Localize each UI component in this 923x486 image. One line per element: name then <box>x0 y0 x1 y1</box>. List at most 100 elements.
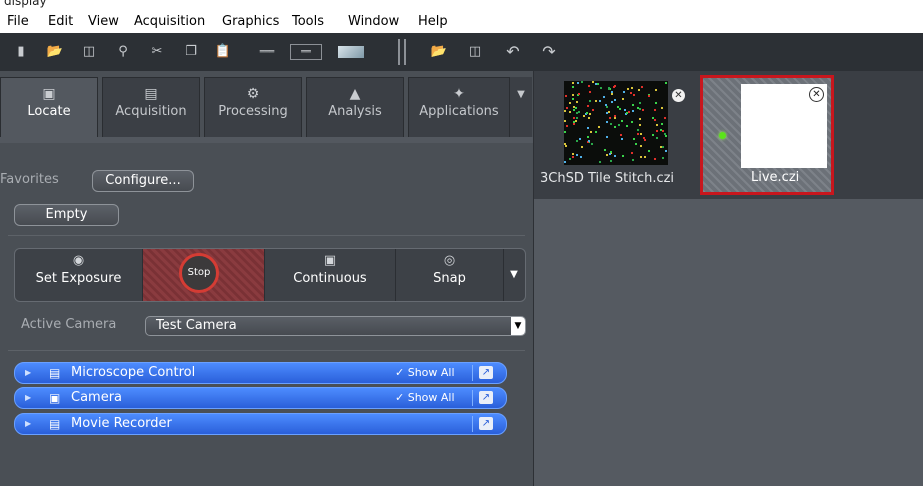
camera-panel-bar[interactable]: ▶ ▣ Camera ✓ Show All ↗ <box>14 387 507 409</box>
speckle <box>627 88 629 90</box>
redo-icon[interactable]: ↷ <box>540 43 558 61</box>
speckle <box>633 138 635 140</box>
speckle <box>610 151 612 153</box>
open-folder-icon[interactable]: 📂 <box>430 43 448 61</box>
empty-favorite-button[interactable]: Empty <box>14 204 119 226</box>
continuous-button[interactable]: ▣ Continuous <box>265 249 396 301</box>
menu-acquisition[interactable]: Acquisition <box>134 14 205 29</box>
document-name[interactable]: Live.czi <box>751 170 799 185</box>
speckle <box>565 95 567 97</box>
speckle <box>576 101 578 103</box>
tab-label: Locate <box>27 104 71 119</box>
popout-icon[interactable]: ↗ <box>479 366 493 379</box>
speckle <box>613 86 615 88</box>
divider <box>472 365 473 381</box>
live-document-card[interactable]: ✕ Live.czi <box>700 75 834 195</box>
divider <box>8 235 525 236</box>
speckle <box>656 124 658 126</box>
close-icon[interactable]: ✕ <box>809 87 824 102</box>
speckle <box>588 117 590 119</box>
continuous-label: Continuous <box>293 271 367 286</box>
speckle <box>576 154 578 156</box>
stop-button[interactable]: Stop <box>143 249 265 301</box>
configure-button[interactable]: Configure... <box>92 170 194 192</box>
speckle <box>652 134 654 136</box>
image-icon[interactable] <box>338 46 364 58</box>
open-folder-icon[interactable]: 📂 <box>46 43 64 61</box>
speckle <box>573 109 575 111</box>
menu-view[interactable]: View <box>88 14 119 29</box>
set-exposure-button[interactable]: ◉ Set Exposure <box>15 249 143 301</box>
speckle <box>565 145 567 147</box>
ruler-icon[interactable]: ═══ <box>252 43 282 61</box>
speckle <box>614 99 616 101</box>
find-icon[interactable]: ⚲ <box>114 43 132 61</box>
expand-arrow-icon: ▶ <box>25 393 32 402</box>
speckle <box>661 107 663 109</box>
panel-title: Microscope Control <box>71 365 196 380</box>
popout-icon[interactable]: ↗ <box>479 391 493 404</box>
speckle <box>606 121 608 123</box>
menu-window[interactable]: Window <box>348 14 399 29</box>
live-status-icon <box>719 132 726 139</box>
menu-file[interactable]: File <box>7 14 29 29</box>
menu-tools[interactable]: Tools <box>292 14 324 29</box>
speckle <box>573 121 575 123</box>
window-title: display <box>4 0 47 8</box>
new-icon[interactable]: ▮ <box>12 43 30 61</box>
speckle <box>631 152 633 154</box>
speckle <box>581 81 583 83</box>
save-icon[interactable]: ◫ <box>80 43 98 61</box>
speckle <box>648 150 650 152</box>
tab-acquisition[interactable]: ▤ Acquisition <box>102 77 200 138</box>
speckle <box>572 94 574 96</box>
show-all-toggle[interactable]: ✓ Show All <box>395 388 455 408</box>
speckle <box>572 153 574 155</box>
speckle <box>590 131 592 133</box>
tab-processing[interactable]: ⚙ Processing <box>204 77 302 138</box>
speckle <box>588 140 590 142</box>
paste-icon[interactable]: 📋 <box>214 43 232 61</box>
undo-icon[interactable]: ↶ <box>504 43 522 61</box>
menu-edit[interactable]: Edit <box>48 14 73 29</box>
speckle <box>572 86 574 88</box>
snap-button[interactable]: ◎ Snap <box>396 249 504 301</box>
speckle <box>654 119 656 121</box>
popout-icon[interactable]: ↗ <box>479 417 493 430</box>
speckle <box>614 155 616 157</box>
speckle <box>654 109 656 111</box>
speckle <box>606 136 608 138</box>
show-all-toggle[interactable]: ✓ Show All <box>395 363 455 383</box>
camera-options-dropdown[interactable]: ▼ <box>504 249 524 301</box>
speckle <box>611 101 613 103</box>
active-camera-select[interactable]: Test Camera ▼ <box>145 316 526 336</box>
tab-applications[interactable]: ✦ Applications <box>408 77 510 138</box>
frame-icon[interactable]: ══ <box>290 44 322 60</box>
tab-locate[interactable]: ▣ Locate <box>0 77 98 138</box>
tab-analysis[interactable]: ▲ Analysis <box>306 77 404 138</box>
menu-graphics[interactable]: Graphics <box>222 14 279 29</box>
cut-icon[interactable]: ✂ <box>148 43 166 61</box>
close-icon[interactable]: ✕ <box>672 89 685 102</box>
copy-icon[interactable]: ❐ <box>182 43 200 61</box>
speckle <box>626 125 628 127</box>
speckle <box>632 104 634 106</box>
speckle <box>622 98 624 100</box>
movie-recorder-panel-bar[interactable]: ▶ ▤ Movie Recorder ↗ <box>14 413 507 435</box>
speckle <box>639 102 641 104</box>
speckle <box>609 117 611 119</box>
tabs-overflow-dropdown[interactable]: ▼ <box>510 77 532 137</box>
tile-stitch-thumbnail[interactable] <box>564 81 668 165</box>
document-name[interactable]: 3ChSD Tile Stitch.czi <box>540 171 674 186</box>
tab-label: Acquisition <box>115 104 187 119</box>
speckle <box>644 139 646 141</box>
speckle <box>621 138 623 140</box>
save-icon[interactable]: ◫ <box>466 43 484 61</box>
menu-help[interactable]: Help <box>418 14 448 29</box>
microscope-control-panel-bar[interactable]: ▶ ▤ Microscope Control ✓ Show All ↗ <box>14 362 507 384</box>
speckle <box>577 82 579 84</box>
document-area: ✕ 3ChSD Tile Stitch.czi ✕ Live.czi <box>533 71 923 486</box>
speckle <box>632 110 634 112</box>
analysis-icon: ▲ <box>349 86 361 102</box>
speckle <box>624 109 626 111</box>
